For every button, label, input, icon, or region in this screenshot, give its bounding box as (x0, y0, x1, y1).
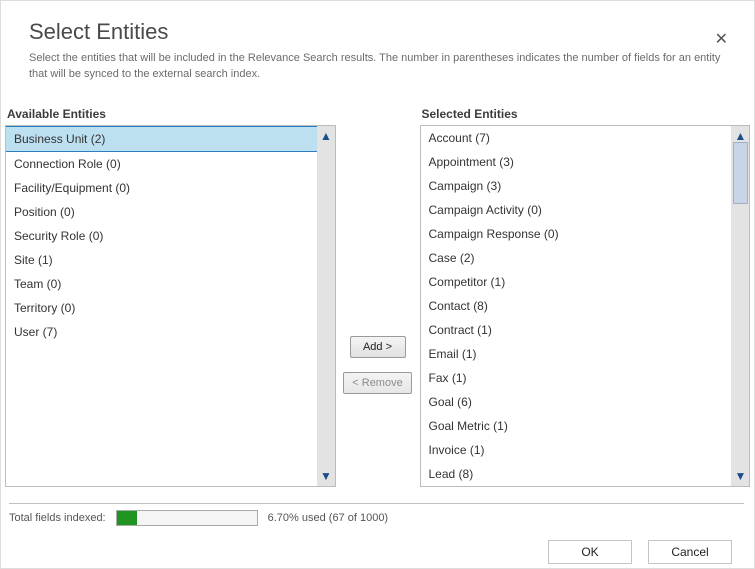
available-listbox[interactable]: Business Unit (2)Connection Role (0)Faci… (5, 125, 336, 487)
available-scrollbar[interactable]: ▲ ▼ (317, 126, 335, 486)
remove-button[interactable]: < Remove (343, 372, 411, 394)
selected-list: Account (7)Appointment (3)Campaign (3)Ca… (421, 126, 732, 486)
list-item[interactable]: Campaign Activity (0) (421, 198, 732, 222)
scroll-down-icon[interactable]: ▼ (735, 470, 747, 482)
list-item[interactable]: Appointment (3) (421, 150, 732, 174)
available-panel: Available Entities Business Unit (2)Conn… (5, 103, 336, 487)
list-item[interactable]: Contact (8) (421, 294, 732, 318)
scroll-up-icon[interactable]: ▲ (735, 130, 747, 142)
status-bar: Total fields indexed: 6.70% used (67 of … (1, 495, 754, 530)
status-text: 6.70% used (67 of 1000) (268, 512, 388, 524)
available-entities-label: Available Entities (5, 103, 336, 125)
selected-panel: Selected Entities Account (7)Appointment… (420, 103, 751, 487)
scrollbar-thumb[interactable] (733, 142, 748, 204)
scroll-up-icon[interactable]: ▲ (320, 130, 332, 142)
list-item[interactable]: Email (1) (421, 342, 732, 366)
add-button[interactable]: Add > (350, 336, 406, 358)
list-item[interactable]: Campaign Response (0) (421, 222, 732, 246)
status-label: Total fields indexed: (9, 512, 106, 524)
index-progress-fill (117, 511, 138, 525)
transfer-buttons: Add > < Remove (342, 103, 414, 487)
cancel-button[interactable]: Cancel (648, 540, 732, 564)
body: Available Entities Business Unit (2)Conn… (1, 99, 754, 495)
list-item[interactable]: Case (2) (421, 246, 732, 270)
list-item[interactable]: Fax (1) (421, 366, 732, 390)
list-item[interactable]: Facility/Equipment (0) (6, 176, 317, 200)
list-item[interactable]: Connection Role (0) (6, 152, 317, 176)
list-item[interactable]: Business Unit (2) (6, 126, 317, 152)
scroll-down-icon[interactable]: ▼ (320, 470, 332, 482)
list-item[interactable]: Goal Metric (1) (421, 414, 732, 438)
dialog-title: Select Entities (29, 19, 726, 45)
list-item[interactable]: Security Role (0) (6, 224, 317, 248)
list-item[interactable]: Goal (6) (421, 390, 732, 414)
list-item[interactable]: Account (7) (421, 126, 732, 150)
list-item[interactable]: Campaign (3) (421, 174, 732, 198)
dialog-buttons: OK Cancel (1, 530, 754, 569)
list-item[interactable]: Competitor (1) (421, 270, 732, 294)
selected-entities-label: Selected Entities (420, 103, 751, 125)
list-item[interactable]: Territory (0) (6, 296, 317, 320)
list-item[interactable]: User (7) (6, 320, 317, 344)
selected-listbox[interactable]: Account (7)Appointment (3)Campaign (3)Ca… (420, 125, 751, 487)
available-list: Business Unit (2)Connection Role (0)Faci… (6, 126, 317, 486)
list-item[interactable]: Position (0) (6, 200, 317, 224)
ok-button[interactable]: OK (548, 540, 632, 564)
dialog-description: Select the entities that will be include… (29, 51, 726, 83)
list-item[interactable]: Team (0) (6, 272, 317, 296)
close-icon[interactable]: ✕ (715, 29, 728, 49)
list-item[interactable]: Contract (1) (421, 318, 732, 342)
header: Select Entities Select the entities that… (1, 1, 754, 97)
list-item[interactable]: Site (1) (6, 248, 317, 272)
list-item[interactable]: Lead (8) (421, 462, 732, 486)
list-item[interactable]: Invoice (1) (421, 438, 732, 462)
dialog: Select Entities Select the entities that… (0, 0, 755, 569)
selected-scrollbar[interactable]: ▲ ▼ (731, 126, 749, 486)
index-progress-bar (116, 510, 258, 526)
